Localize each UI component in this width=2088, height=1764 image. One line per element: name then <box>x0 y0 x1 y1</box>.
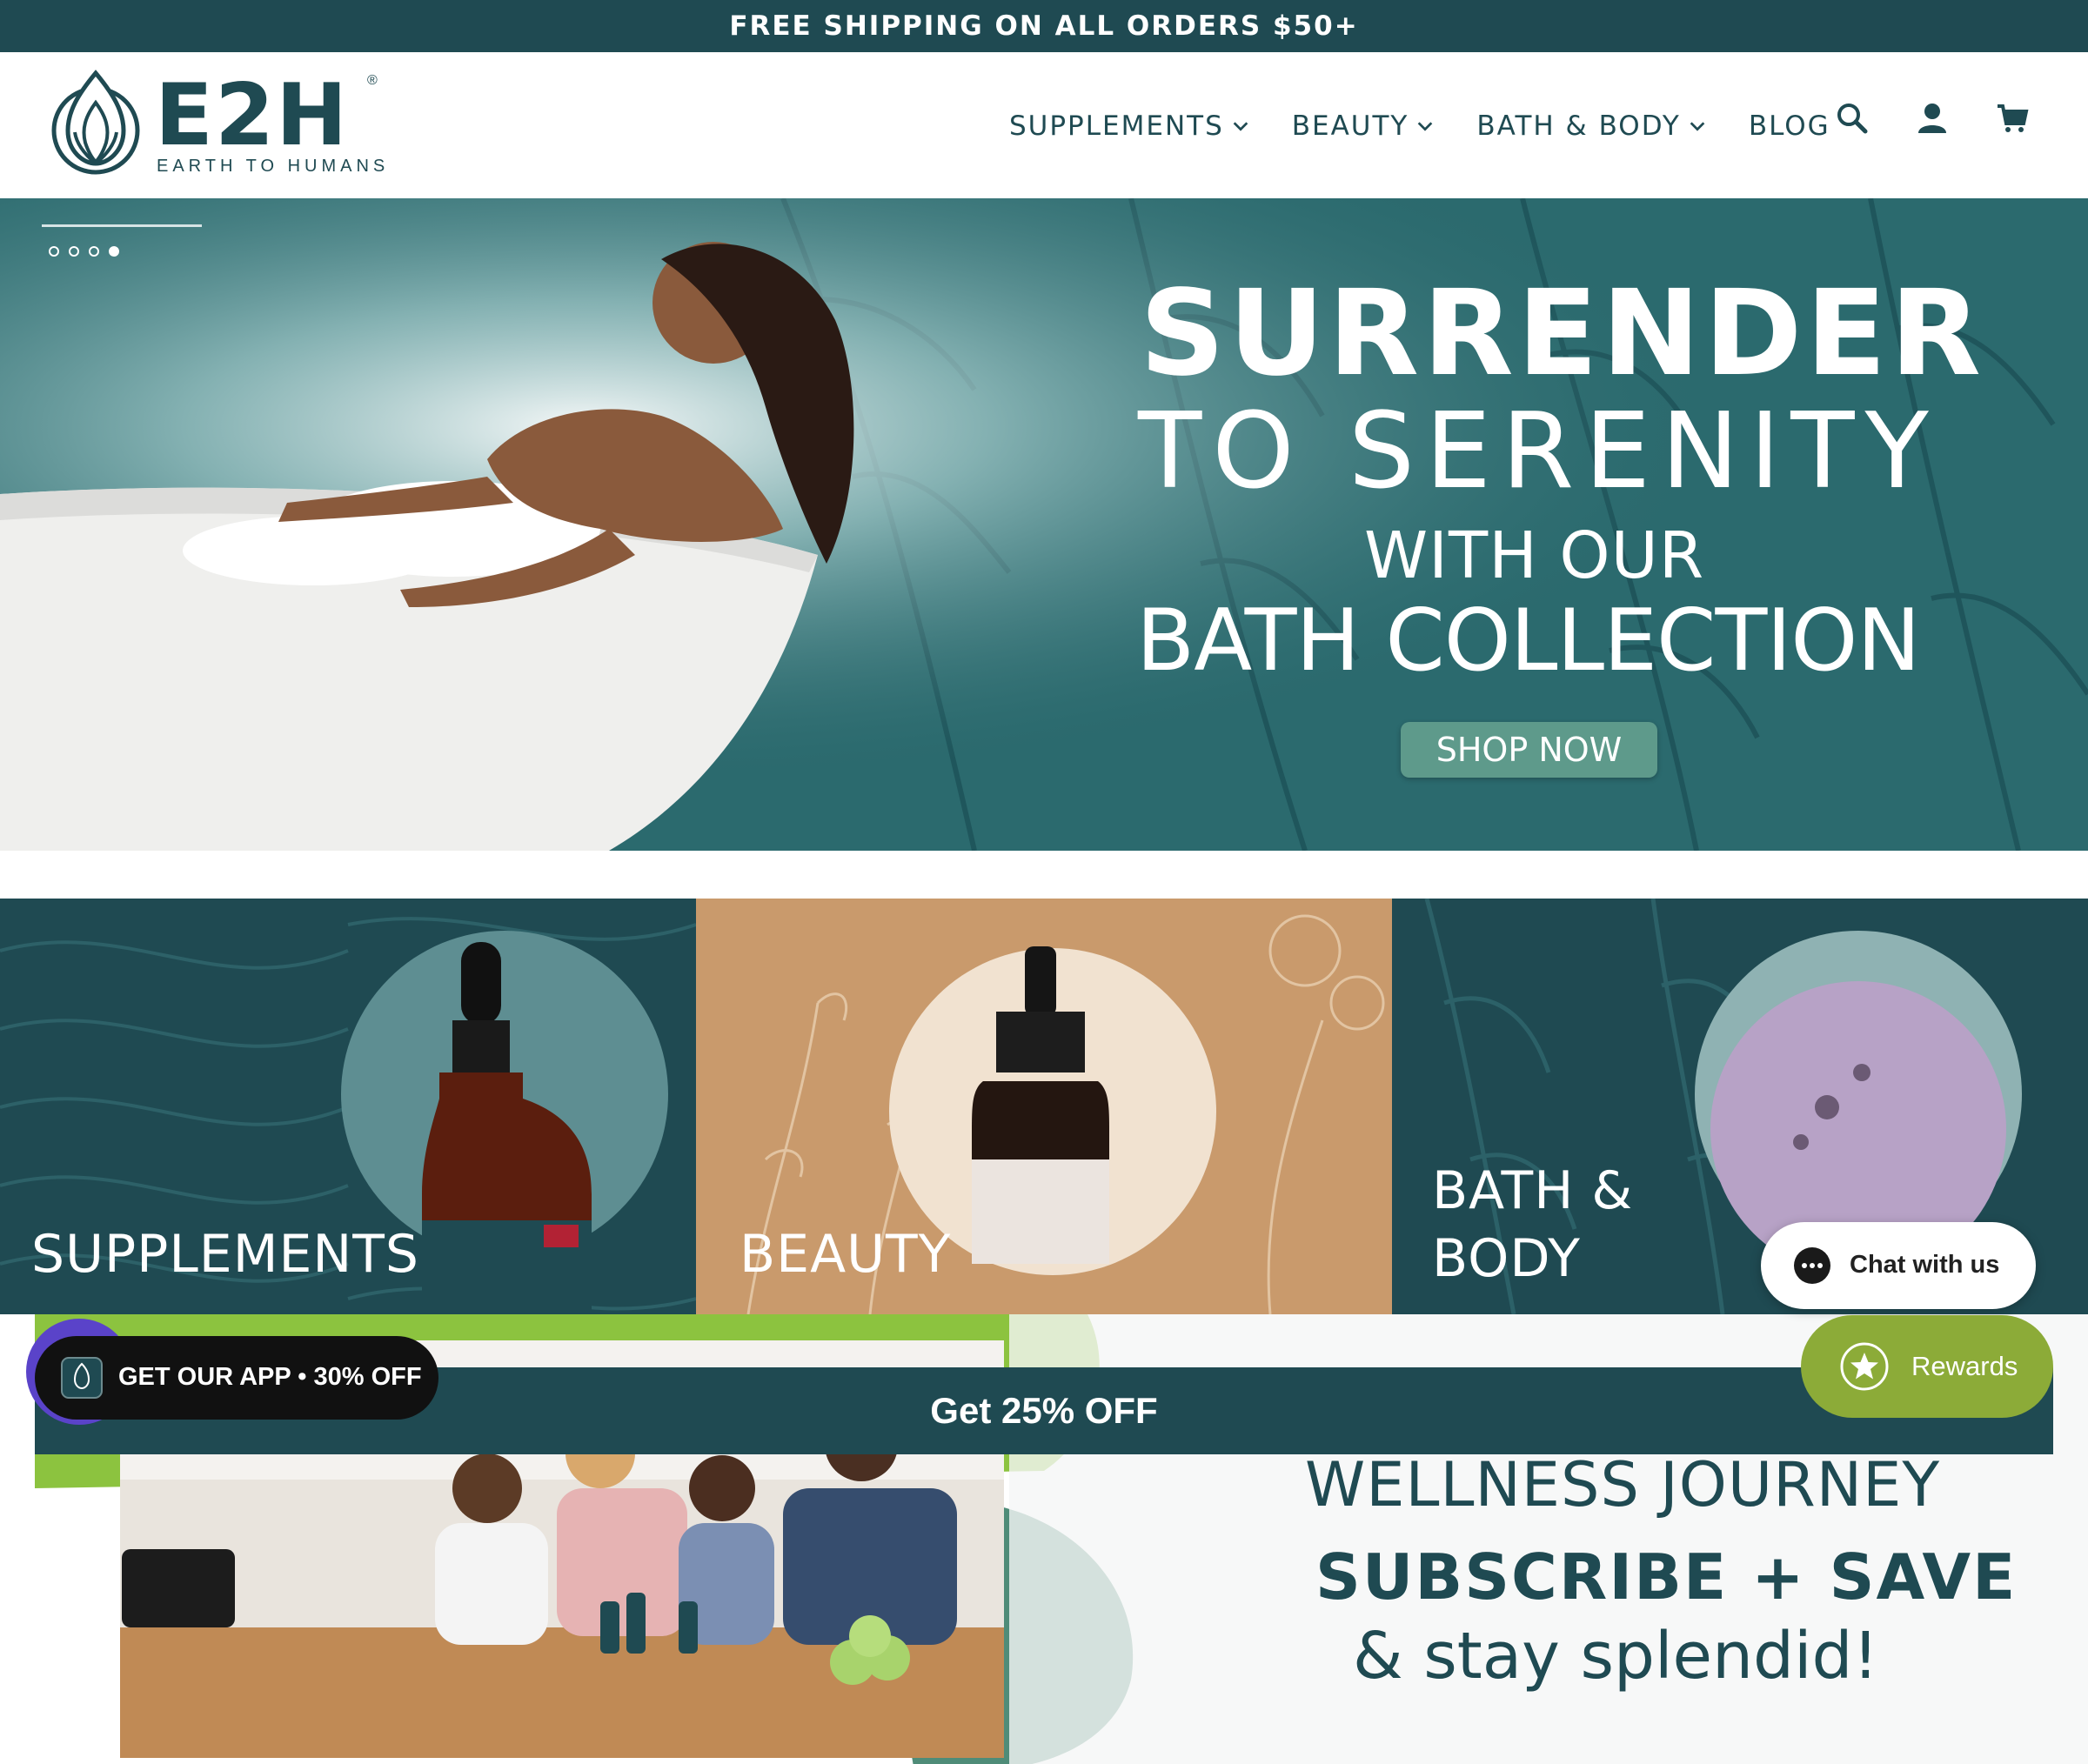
category-label: SUPPLEMENTS <box>31 1224 419 1285</box>
chevron-down-icon <box>1690 122 1705 131</box>
nav-label: BLOG <box>1748 110 1830 142</box>
category-label: BATH & <box>1432 1160 1634 1221</box>
nav-label: BEAUTY <box>1291 110 1409 142</box>
header-icons <box>1836 102 2076 135</box>
hero-title-line-1: SURRENDER <box>1140 265 1985 403</box>
nav-label: SUPPLEMENTS <box>1009 110 1224 142</box>
nav-label: BATH & BODY <box>1476 110 1681 142</box>
category-tile-beauty[interactable]: BEAUTY <box>696 899 1392 1314</box>
slider-dots <box>49 246 129 257</box>
hero-title-line-2: TO SERENITY <box>1138 391 1939 512</box>
registered-mark: ® <box>367 73 378 88</box>
get-app-button[interactable]: GET OUR APP • 30% OFF <box>35 1336 438 1420</box>
rewards-button[interactable]: Rewards <box>1801 1315 2053 1418</box>
site-header: E2H ® EARTH TO HUMANS SUPPLEMENTS BEAUTY… <box>0 52 2088 198</box>
category-label: BEAUTY <box>740 1224 952 1285</box>
shop-now-button[interactable]: SHOP NOW <box>1401 722 1657 778</box>
app-icon <box>61 1357 103 1399</box>
chevron-down-icon <box>1418 122 1433 131</box>
app-offer-text: GET OUR APP • 30% OFF <box>118 1363 422 1391</box>
wellness-tagline: & stay splendid! <box>1353 1619 1879 1694</box>
slider-progress <box>42 224 202 227</box>
announcement-bar: FREE SHIPPING ON ALL ORDERS $50+ <box>0 0 2088 52</box>
hero-banner[interactable]: SURRENDER TO SERENITY WITH OUR BATH COLL… <box>0 198 2088 851</box>
nav-item-supplements[interactable]: SUPPLEMENTS <box>1009 110 1250 142</box>
slide-dot[interactable] <box>69 246 79 257</box>
star-icon <box>1840 1342 1889 1391</box>
nav-item-beauty[interactable]: BEAUTY <box>1292 110 1436 142</box>
chat-button[interactable]: Chat with us <box>1761 1222 2036 1309</box>
slide-dot[interactable] <box>89 246 99 257</box>
lotus-logo-icon <box>51 70 140 175</box>
chevron-down-icon <box>1233 122 1248 131</box>
brand-tagline: EARTH TO HUMANS <box>157 157 390 176</box>
slide-dot[interactable] <box>49 246 59 257</box>
hero-title-line-4: BATH COLLECTION <box>1136 591 1921 691</box>
hero-title-line-3: WITH OUR <box>1364 518 1705 593</box>
chat-label: Chat with us <box>1850 1251 2000 1279</box>
search-icon[interactable] <box>1836 102 1869 135</box>
nav-item-blog[interactable]: BLOG <box>1749 110 1830 142</box>
brand-name: E2H <box>155 66 350 165</box>
category-tile-supplements[interactable]: SUPPLEMENTS <box>0 899 696 1314</box>
cart-icon[interactable] <box>1996 102 2029 135</box>
account-icon[interactable] <box>1916 102 1949 135</box>
nav-item-bath-body[interactable]: BATH & BODY <box>1476 110 1706 142</box>
chat-icon <box>1794 1247 1830 1284</box>
main-nav: SUPPLEMENTS BEAUTY BATH & BODY BLOG <box>1009 104 1872 148</box>
rewards-label: Rewards <box>1911 1351 2018 1381</box>
category-label: BODY <box>1432 1228 1581 1289</box>
brand-logo[interactable]: E2H ® EARTH TO HUMANS <box>50 68 390 181</box>
wellness-subscribe: SUBSCRIBE + SAVE <box>1315 1540 2018 1614</box>
slide-dot-active[interactable] <box>109 246 119 257</box>
wellness-heading: WELLNESS JOURNEY <box>1305 1449 1941 1520</box>
